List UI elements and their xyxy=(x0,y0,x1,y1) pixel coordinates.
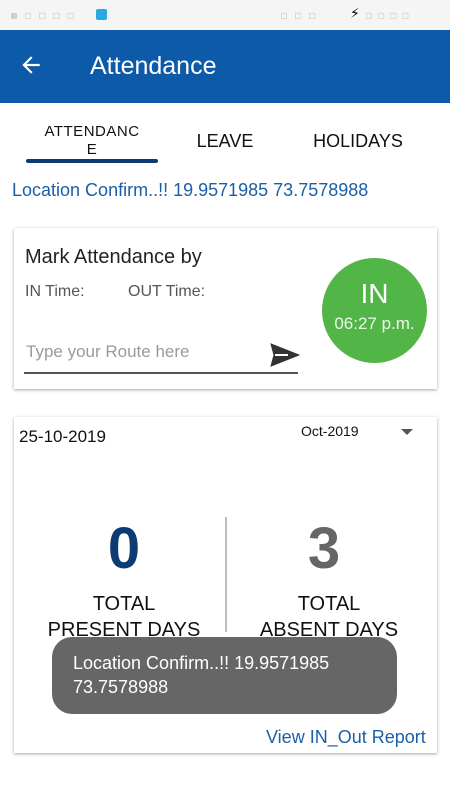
in-button[interactable]: IN 06:27 p.m. xyxy=(322,258,427,363)
route-input[interactable] xyxy=(24,332,298,374)
charging-icon: ⚡ xyxy=(350,6,360,22)
absent-days-label: TOTAL ABSENT DAYS xyxy=(224,591,434,643)
tab-leave[interactable]: LEAVE xyxy=(182,131,268,152)
in-time-label: IN Time: xyxy=(25,283,85,300)
status-icons-right-2: ▫▫▫▫ xyxy=(365,8,414,22)
current-date: 25-10-2019 xyxy=(19,427,106,446)
view-in-out-report-link[interactable]: View IN_Out Report xyxy=(266,727,426,748)
present-days-count: 0 xyxy=(107,516,141,581)
absent-days-count: 3 xyxy=(307,516,341,581)
toast-line1: Location Confirm..!! 19.9571985 xyxy=(73,653,330,673)
absent-label-line1: TOTAL xyxy=(297,593,361,615)
app-bar: Attendance xyxy=(0,30,450,103)
month-select[interactable]: Oct-2019 xyxy=(301,423,359,439)
mark-attendance-card: Mark Attendance by IN Time: OUT Time: IN… xyxy=(14,228,437,389)
present-days-label: TOTAL PRESENT DAYS xyxy=(19,591,229,643)
tab-holidays[interactable]: HOLIDAYS xyxy=(302,131,414,152)
shopping-bag-icon xyxy=(96,9,107,20)
page-title: Attendance xyxy=(90,52,217,80)
arrow-left-icon[interactable] xyxy=(18,52,44,78)
status-icons-right: ▫▫▫ xyxy=(280,8,323,22)
tab-attendance-label-line1: ATTENDANC xyxy=(44,123,140,140)
toast-message: Location Confirm..!! 19.9571985 73.75789… xyxy=(52,637,397,714)
tab-selected-indicator xyxy=(26,159,158,163)
tab-attendance-label-line2: E xyxy=(86,141,98,158)
toast-line2: 73.7578988 xyxy=(73,677,169,697)
caret-down-icon[interactable] xyxy=(400,427,414,437)
mark-attendance-title: Mark Attendance by xyxy=(25,246,202,268)
send-icon[interactable] xyxy=(270,342,300,368)
location-status-text: Location Confirm..!! 19.9571985 73.75789… xyxy=(12,180,369,200)
out-time-label: OUT Time: xyxy=(128,283,206,300)
status-bar: ▪▫▫▫▫ ▫▫▫ ⚡ ▫▫▫▫ xyxy=(0,0,450,30)
in-button-label: IN xyxy=(360,278,389,309)
in-button-time: 06:27 p.m. xyxy=(334,314,415,333)
present-label-line1: TOTAL xyxy=(92,593,156,615)
tab-attendance[interactable]: ATTENDANC E xyxy=(26,123,158,159)
status-icons-left: ▪▫▫▫▫ xyxy=(10,8,81,22)
